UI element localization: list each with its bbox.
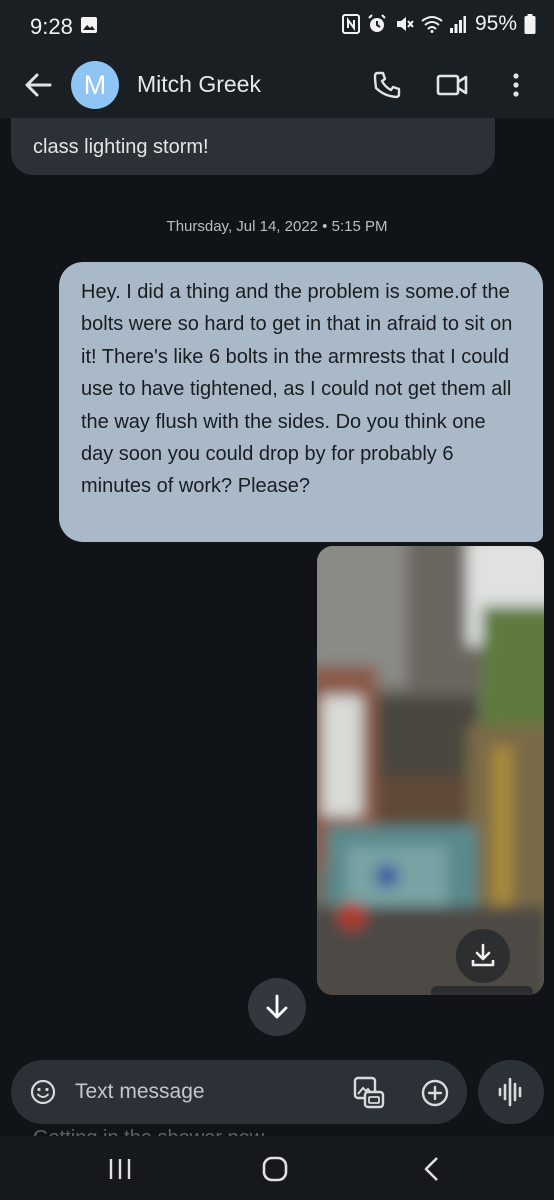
alarm-icon [368, 14, 386, 32]
phone-icon[interactable] [372, 70, 402, 100]
voice-message-button[interactable] [478, 1060, 544, 1124]
incoming-message-bubble[interactable]: class lighting storm! [11, 118, 495, 175]
download-button[interactable] [456, 929, 510, 983]
nfc-icon [341, 14, 360, 34]
status-icons: 95% [341, 12, 536, 36]
contact-name[interactable]: Mitch Greek [137, 71, 261, 98]
arrow-down-icon [266, 994, 288, 1019]
emoji-icon[interactable] [30, 1079, 56, 1105]
recents-icon[interactable] [108, 1158, 132, 1180]
tap-to-save-label[interactable]: Tap to save [431, 986, 533, 995]
date-divider: Thursday, Jul 14, 2022 • 5:15 PM [166, 218, 388, 235]
video-call-icon[interactable] [436, 72, 468, 98]
avatar[interactable]: M [71, 61, 119, 109]
wifi-icon [421, 16, 443, 33]
incoming-message-text: class lighting storm! [33, 136, 209, 158]
more-vert-icon[interactable] [508, 70, 524, 100]
navigation-bar [0, 1136, 554, 1200]
home-icon[interactable] [262, 1156, 288, 1182]
battery-icon [524, 14, 536, 34]
waveform-icon [498, 1077, 522, 1107]
back-arrow-icon[interactable] [22, 70, 54, 100]
nav-back-icon[interactable] [422, 1156, 440, 1182]
status-time: 9:28 [30, 14, 73, 39]
download-icon [471, 943, 495, 967]
compose-bar [11, 1060, 467, 1124]
conversation[interactable]: class lighting storm! Thursday, Jul 14, … [0, 118, 554, 1058]
blurred-photo [317, 546, 544, 995]
status-bar: 9:28 95% [0, 0, 554, 52]
add-icon[interactable] [421, 1079, 449, 1107]
signal-icon [449, 16, 466, 33]
gallery-icon [81, 17, 97, 33]
messages-screen: 9:28 95% M Mitch Greek class lighting st… [0, 0, 554, 1200]
mute-icon [396, 17, 414, 31]
battery-percent: 95% [474, 12, 517, 35]
image-attachment[interactable]: Tap to save [317, 546, 544, 995]
app-bar: M Mitch Greek [0, 52, 554, 118]
gallery-attach-icon[interactable] [353, 1076, 385, 1110]
message-input[interactable] [75, 1070, 335, 1114]
scroll-to-bottom-button[interactable] [248, 978, 306, 1036]
outgoing-message-bubble[interactable]: Hey. I did a thing and the problem is so… [59, 262, 543, 542]
